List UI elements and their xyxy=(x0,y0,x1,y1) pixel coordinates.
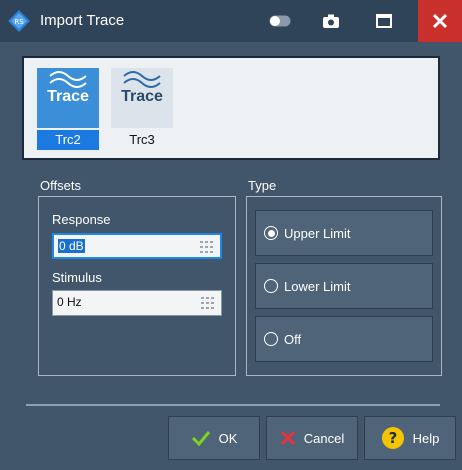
svg-text:RS: RS xyxy=(14,18,24,26)
screenshot-button[interactable] xyxy=(317,8,345,34)
keypad-icon[interactable] xyxy=(200,241,214,253)
ok-button[interactable]: OK xyxy=(168,416,260,460)
stimulus-label: Stimulus xyxy=(52,270,102,285)
type-group-label: Type xyxy=(248,178,277,193)
help-label: Help xyxy=(412,430,440,446)
radio-unselected-icon xyxy=(264,332,278,346)
close-icon xyxy=(432,13,448,29)
radio-off[interactable]: Off xyxy=(255,316,433,362)
help-button[interactable]: ? Help xyxy=(364,416,456,460)
trace-word: Trace xyxy=(47,88,89,105)
trace-icon-box: Trace xyxy=(111,68,173,128)
trace-name: Trc3 xyxy=(129,132,155,147)
dialog-content: Trace Trc2 Trace Trc3 Offsets Response 0… xyxy=(0,42,462,470)
cross-icon xyxy=(280,430,296,446)
response-field[interactable]: 0 dB xyxy=(52,233,222,259)
maximize-button[interactable] xyxy=(370,8,398,34)
radio-lower-limit[interactable]: Lower Limit xyxy=(255,263,433,309)
trace-wave-icon xyxy=(123,71,161,88)
response-value: 0 dB xyxy=(58,239,85,253)
radio-unselected-icon xyxy=(264,279,278,293)
separator xyxy=(26,404,440,406)
toggle-icon xyxy=(269,15,291,27)
trace-selector: Trace Trc2 Trace Trc3 xyxy=(22,56,440,160)
cancel-button[interactable]: Cancel xyxy=(266,416,358,460)
radio-label: Upper Limit xyxy=(284,225,351,241)
keypad-icon[interactable] xyxy=(201,297,215,309)
stimulus-field[interactable]: 0 Hz xyxy=(52,290,222,316)
trace-wave-icon xyxy=(49,71,87,88)
radio-upper-limit[interactable]: Upper Limit xyxy=(255,210,433,256)
maximize-icon xyxy=(376,14,392,28)
trace-item-trc2[interactable]: Trace Trc2 xyxy=(36,68,100,152)
close-button[interactable] xyxy=(418,0,462,42)
trace-item-trc3[interactable]: Trace Trc3 xyxy=(110,68,174,152)
checkmark-icon xyxy=(191,430,211,446)
camera-icon xyxy=(323,14,339,28)
trace-icon-box: Trace xyxy=(37,68,99,128)
trace-name: Trc2 xyxy=(37,130,99,150)
radio-label: Lower Limit xyxy=(284,278,351,294)
window-title: Import Trace xyxy=(40,12,125,29)
title-bar: RS Import Trace xyxy=(0,0,462,42)
svg-text:?: ? xyxy=(388,429,397,447)
offsets-group-label: Offsets xyxy=(40,178,81,193)
stimulus-value: 0 Hz xyxy=(57,295,82,309)
radio-selected-icon xyxy=(264,226,278,240)
radio-label: Off xyxy=(284,331,302,347)
toggle-button[interactable] xyxy=(266,8,294,34)
ok-label: OK xyxy=(218,430,238,446)
rohde-schwarz-logo-icon: RS xyxy=(8,10,30,32)
cancel-label: Cancel xyxy=(303,430,345,446)
help-icon: ? xyxy=(381,426,405,450)
response-label: Response xyxy=(52,212,111,227)
trace-word: Trace xyxy=(121,88,163,105)
